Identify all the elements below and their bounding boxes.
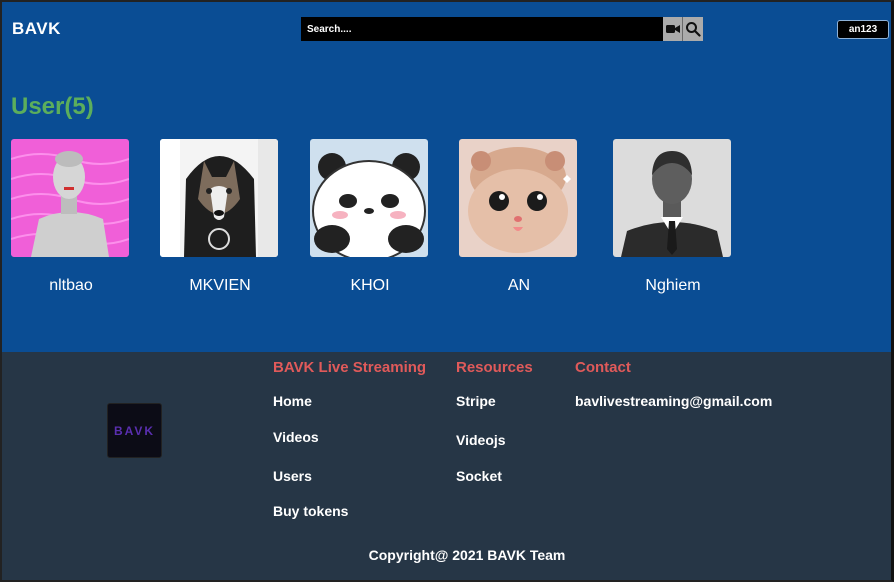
brand-logo[interactable]: BAVK xyxy=(12,19,61,39)
user-avatar[interactable] xyxy=(11,139,129,257)
user-name[interactable]: MKVIEN xyxy=(140,277,300,295)
footer-link-home[interactable]: Home xyxy=(273,393,312,409)
footer-link-buy-tokens[interactable]: Buy tokens xyxy=(273,503,348,519)
footer-link-users[interactable]: Users xyxy=(273,468,312,484)
search-bar xyxy=(301,17,703,41)
user-account-button[interactable]: an123 xyxy=(837,20,889,39)
site-footer: BAVK BAVK Live Streaming Home Videos Use… xyxy=(0,352,894,582)
copyright-text: Copyright@ 2021 BAVK Team xyxy=(368,547,566,563)
user-avatar[interactable] xyxy=(310,139,428,257)
footer-logo[interactable]: BAVK xyxy=(107,403,162,458)
footer-contact-email[interactable]: bavlivestreaming@gmail.com xyxy=(575,393,772,409)
search-input[interactable] xyxy=(301,17,663,41)
user-avatar[interactable] xyxy=(459,139,577,257)
user-name[interactable]: Nghiem xyxy=(593,277,753,295)
top-navbar: BAVK an123 xyxy=(0,0,894,60)
user-card[interactable]: MKVIEN xyxy=(160,139,280,294)
user-name[interactable]: KHOI xyxy=(290,277,450,295)
user-card[interactable]: nltbao xyxy=(11,139,131,294)
user-card[interactable]: KHOI xyxy=(310,139,430,294)
footer-link-videojs[interactable]: Videojs xyxy=(456,432,506,448)
user-avatar[interactable] xyxy=(160,139,278,257)
footer-link-stripe[interactable]: Stripe xyxy=(456,393,496,409)
footer-heading-contact: Contact xyxy=(575,359,631,376)
user-name[interactable]: nltbao xyxy=(0,277,151,295)
user-name[interactable]: AN xyxy=(439,277,599,295)
video-camera-icon[interactable] xyxy=(663,17,683,41)
users-section-title: User(5) xyxy=(11,93,94,120)
user-avatar[interactable] xyxy=(613,139,731,257)
footer-heading-bavk: BAVK Live Streaming xyxy=(273,359,427,376)
user-card[interactable]: AN xyxy=(459,139,579,294)
footer-link-videos[interactable]: Videos xyxy=(273,429,319,445)
footer-logo-text: BAVK xyxy=(113,423,156,438)
search-icon[interactable] xyxy=(683,17,703,41)
footer-heading-resources: Resources xyxy=(456,359,533,376)
footer-link-socket[interactable]: Socket xyxy=(456,468,502,484)
user-card[interactable]: Nghiem xyxy=(613,139,733,294)
